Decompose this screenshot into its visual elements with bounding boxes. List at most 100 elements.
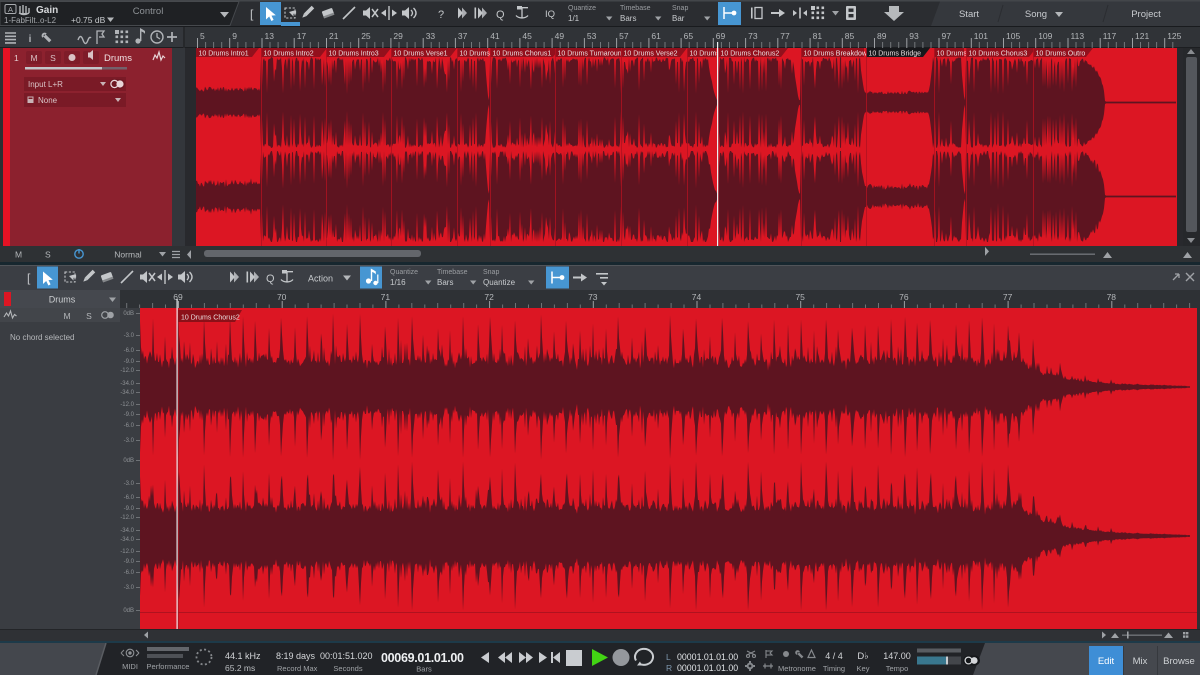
svg-text:-9.0: -9.0 — [124, 559, 135, 565]
svg-text:-9.0: -9.0 — [124, 359, 135, 365]
svg-text:10 Drums Chorus2: 10 Drums Chorus2 — [721, 51, 780, 58]
svg-text:S: S — [45, 250, 51, 260]
svg-text:M: M — [15, 250, 22, 260]
svg-text:1/16: 1/16 — [390, 278, 406, 287]
svg-text:10 Drums Intro2: 10 Drums Intro2 — [264, 51, 314, 58]
svg-text:Bars: Bars — [437, 278, 453, 287]
svg-text:-3.0: -3.0 — [124, 481, 135, 487]
svg-text:10 Drums Bridge: 10 Drums Bridge — [869, 51, 922, 58]
svg-text:Drums: Drums — [104, 53, 132, 64]
svg-text:73: 73 — [748, 31, 758, 41]
svg-text:25: 25 — [361, 31, 371, 41]
svg-text:-3.0: -3.0 — [124, 585, 135, 591]
svg-text:97: 97 — [942, 31, 952, 41]
svg-text:Timebase: Timebase — [437, 269, 468, 276]
svg-text:85: 85 — [845, 31, 855, 41]
svg-text:77: 77 — [1003, 292, 1013, 302]
svg-text:Gain: Gain — [36, 5, 58, 16]
svg-text:113: 113 — [1071, 31, 1085, 41]
svg-text:10 Drums Intro1: 10 Drums Intro1 — [199, 51, 249, 58]
svg-text:Action: Action — [308, 274, 333, 284]
svg-text:10 Drums Outro: 10 Drums Outro — [1036, 51, 1086, 58]
svg-text:77: 77 — [780, 31, 790, 41]
svg-text:-12.0: -12.0 — [120, 368, 134, 374]
svg-text:Control: Control — [133, 6, 164, 17]
svg-text:10 Drums: 10 Drums — [460, 51, 491, 58]
svg-text:-12.0: -12.0 — [120, 515, 134, 521]
svg-text:10 Drums Chorus1: 10 Drums Chorus1 — [493, 51, 552, 58]
svg-text:78: 78 — [1107, 292, 1117, 302]
svg-text:69: 69 — [716, 31, 726, 41]
svg-text:29: 29 — [393, 31, 403, 41]
svg-text:A: A — [8, 5, 13, 14]
svg-text:1: 1 — [14, 53, 19, 63]
svg-text:89: 89 — [877, 31, 887, 41]
svg-text:Edit: Edit — [1098, 656, 1115, 667]
svg-text:-3.0: -3.0 — [124, 333, 135, 339]
svg-text:+0.75 dB: +0.75 dB — [71, 15, 106, 25]
svg-text:S: S — [50, 53, 56, 63]
svg-text:10 Drums Chorus3: 10 Drums Chorus3 — [969, 51, 1028, 58]
svg-text:00001.01.01.00: 00001.01.01.00 — [677, 652, 738, 662]
svg-text:37: 37 — [458, 31, 468, 41]
svg-text:57: 57 — [619, 31, 629, 41]
svg-text:10 Drums Verse2: 10 Drums Verse2 — [624, 51, 678, 58]
svg-text:S: S — [86, 311, 92, 321]
svg-text:-6.0: -6.0 — [124, 348, 135, 354]
svg-text:IQ: IQ — [545, 9, 555, 20]
svg-text:70: 70 — [277, 292, 287, 302]
svg-text:109: 109 — [1038, 31, 1052, 41]
svg-text:Input L+R: Input L+R — [28, 80, 63, 89]
svg-text:M: M — [63, 311, 70, 321]
svg-text:00:01:51.020: 00:01:51.020 — [320, 651, 373, 661]
svg-text:10 Drums Intro3: 10 Drums Intro3 — [329, 51, 379, 58]
svg-text:Record Max: Record Max — [277, 664, 318, 673]
svg-text:Bar: Bar — [672, 14, 685, 23]
svg-text:69: 69 — [173, 292, 183, 302]
svg-text:76: 76 — [899, 292, 909, 302]
svg-text:-34.0: -34.0 — [120, 537, 134, 543]
svg-text:81: 81 — [813, 31, 823, 41]
svg-text:10 Drums Breakdow: 10 Drums Breakdow — [804, 51, 868, 58]
svg-text:10 Drums: 10 Drums — [937, 51, 968, 58]
svg-text:-3.0: -3.0 — [124, 438, 135, 444]
svg-text:0dB: 0dB — [123, 311, 134, 317]
svg-text:?: ? — [438, 9, 444, 21]
svg-text:Start: Start — [959, 9, 979, 20]
svg-text:101: 101 — [974, 31, 988, 41]
svg-text:Bars: Bars — [620, 14, 636, 23]
svg-text:65: 65 — [684, 31, 694, 41]
svg-text:Quantize: Quantize — [390, 269, 418, 276]
svg-text:10 Drums Verse1: 10 Drums Verse1 — [394, 51, 448, 58]
svg-text:Q: Q — [266, 273, 275, 285]
svg-text:None: None — [38, 96, 58, 105]
svg-text:147.00: 147.00 — [883, 651, 911, 661]
svg-text:00001.01.01.00: 00001.01.01.00 — [677, 663, 738, 673]
svg-text:0dB: 0dB — [123, 458, 134, 464]
svg-text:L: L — [666, 652, 671, 662]
svg-text:44.1 kHz: 44.1 kHz — [225, 651, 261, 661]
svg-text:117: 117 — [1103, 31, 1117, 41]
svg-text:Bars: Bars — [416, 665, 432, 674]
svg-text:0dB: 0dB — [123, 608, 134, 614]
svg-text:i: i — [29, 34, 32, 45]
svg-text:MIDI: MIDI — [122, 662, 138, 671]
svg-text:Snap: Snap — [483, 269, 499, 276]
svg-text:105: 105 — [1006, 31, 1020, 41]
svg-text:-9.0: -9.0 — [124, 506, 135, 512]
svg-text:Quantize: Quantize — [568, 5, 596, 12]
svg-text:Song: Song — [1025, 9, 1047, 20]
svg-text:Seconds: Seconds — [333, 664, 362, 673]
svg-text:10 Drums Turnaroun: 10 Drums Turnaroun — [558, 51, 622, 58]
svg-text:13: 13 — [265, 31, 275, 41]
svg-text:53: 53 — [587, 31, 597, 41]
svg-text:9: 9 — [232, 31, 237, 41]
svg-text:-34.0: -34.0 — [120, 390, 134, 396]
svg-text:21: 21 — [329, 31, 339, 41]
svg-text:-34.0: -34.0 — [120, 528, 134, 534]
svg-text:Timebase: Timebase — [620, 5, 651, 12]
svg-text:Drums: Drums — [49, 295, 76, 305]
svg-text:-12.0: -12.0 — [120, 402, 134, 408]
svg-text:71: 71 — [381, 292, 391, 302]
svg-text:41: 41 — [490, 31, 500, 41]
